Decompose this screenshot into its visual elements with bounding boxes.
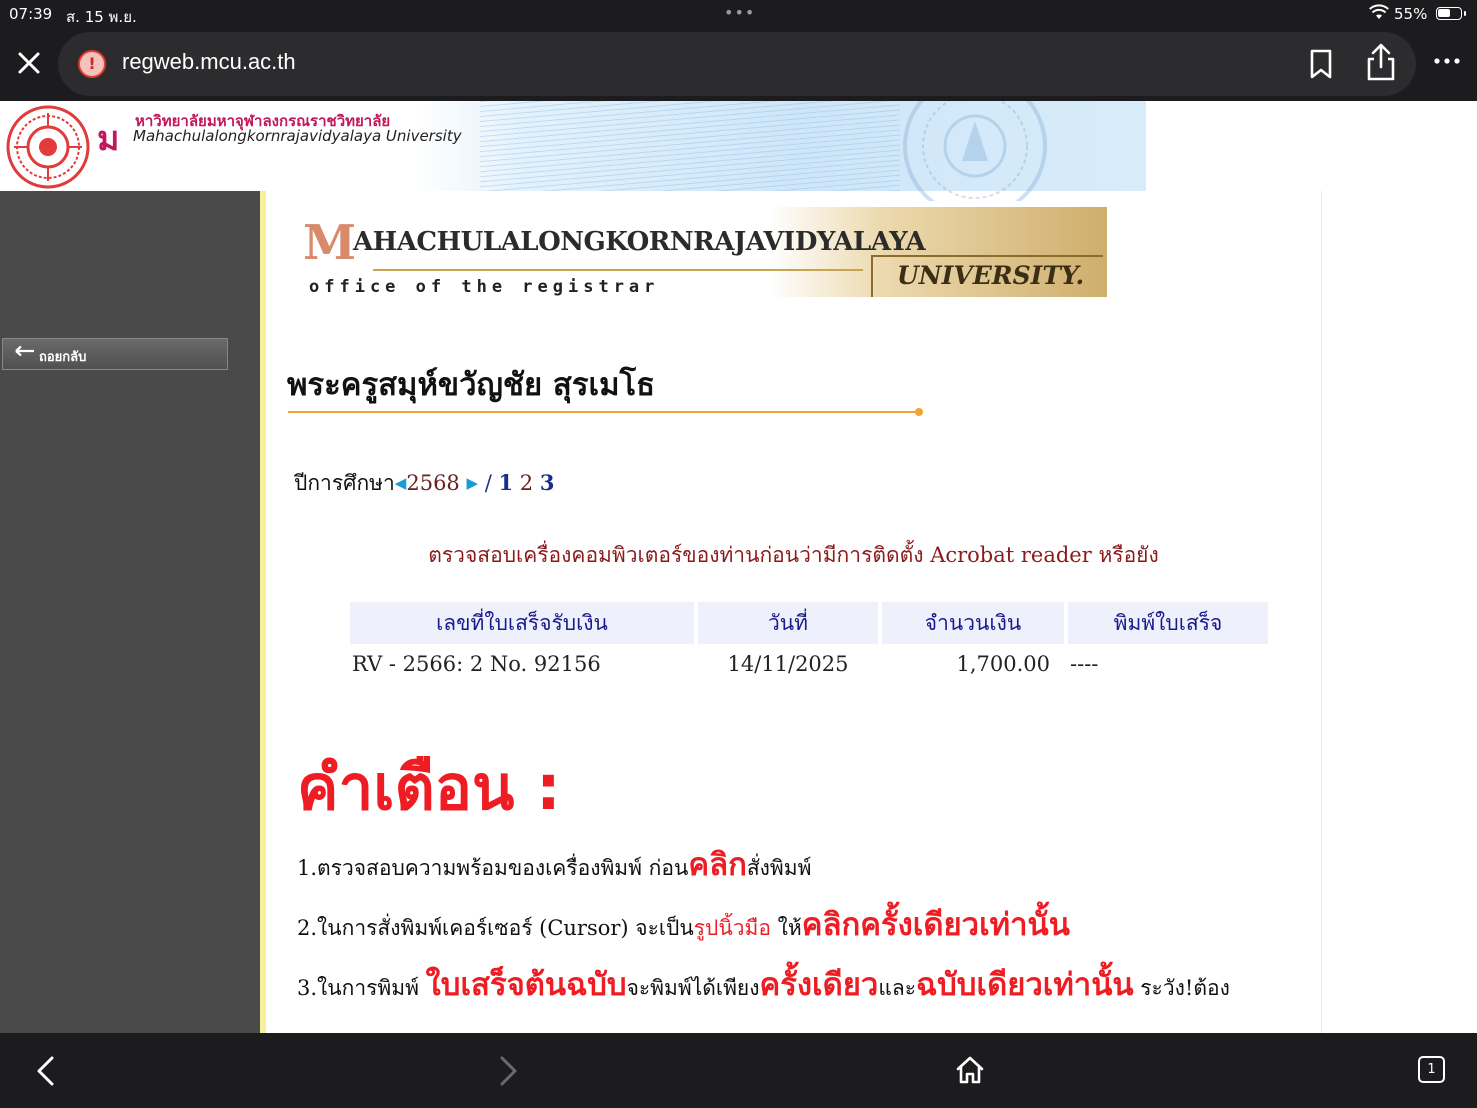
university-logo-mark: ม	[97, 119, 120, 159]
address-bar[interactable]: ! regweb.mcu.ac.th	[58, 32, 1416, 96]
status-bar: 07:39 ส. 15 พ.ย. ••• 55%	[0, 0, 1477, 28]
warning-3-once: ครั้งเดียว	[759, 967, 879, 1003]
warning-1-emphasis: คลิก	[688, 847, 747, 883]
warning-2-hand-cursor: รูปนิ้วมือ	[693, 916, 771, 940]
tabs-button[interactable]: 1	[1418, 1056, 1445, 1083]
next-year-icon[interactable]: ▶	[466, 474, 478, 492]
status-date: ส. 15 พ.ย.	[66, 8, 137, 26]
column-header-date: วันที่	[698, 602, 878, 644]
more-options-button[interactable]	[1434, 50, 1460, 69]
table-row: RV - 2566: 2 No. 92156 14/11/2025 1,700.…	[350, 644, 1268, 684]
warning-item-2: 2.ในการสั่งพิมพ์เคอร์เซอร์ (Cursor) จะเป…	[297, 899, 1230, 959]
university-seal-logo	[6, 105, 90, 189]
warning-3-and: และ	[878, 976, 916, 1000]
watermark-seal-icon	[903, 101, 1047, 201]
bookmark-icon	[1310, 49, 1332, 79]
warning-3-text-mid: จะพิมพ์ได้เพียง	[626, 976, 760, 1000]
warning-2-text-mid: ให้	[770, 916, 802, 940]
registrar-banner-university: UNIVERSITY.	[897, 261, 1085, 290]
home-icon	[956, 1056, 984, 1084]
student-name: พระครูสมุห์ขวัญชัย สุรเมโธ	[287, 367, 656, 403]
acrobat-notice: ตรวจสอบเครื่องคอมพิวเตอร์ของท่านก่อนว่าม…	[428, 543, 1159, 567]
column-header-print: พิมพ์ใบเสร็จ	[1068, 602, 1268, 644]
receipt-amount: 1,700.00	[956, 652, 1050, 676]
name-underline-dot	[915, 408, 923, 416]
receipts-table: เลขที่ใบเสร็จรับเงิน วันที่ จำนวนเงิน พิ…	[346, 602, 1272, 684]
forward-nav-button[interactable]	[496, 1055, 520, 1091]
column-header-amount: จำนวนเงิน	[882, 602, 1064, 644]
url-text[interactable]: regweb.mcu.ac.th	[122, 49, 296, 75]
browser-bottom-toolbar: 1	[0, 1033, 1477, 1108]
warning-1-text: 1.ตรวจสอบความพร้อมของเครื่องพิมพ์ ก่อน	[297, 856, 689, 880]
registrar-banner-title: AHACHULALONGKORNRAJAVIDYALAYA	[353, 227, 926, 257]
back-nav-button[interactable]	[34, 1055, 58, 1091]
semester-link-3[interactable]: 3	[540, 470, 555, 495]
registrar-banner-rule	[373, 269, 863, 271]
close-button[interactable]	[14, 48, 44, 78]
close-icon	[18, 52, 40, 74]
chevron-right-icon	[500, 1056, 517, 1086]
university-header-banner: ม หาวิทยาลัยมหาจุฬาลงกรณราชวิทยาลัย Maha…	[0, 101, 1146, 201]
back-button[interactable]: ถอยกลับ	[2, 338, 228, 370]
warning-3-original-receipt: ใบเสร็จต้นฉบับ	[425, 967, 627, 1003]
home-button[interactable]	[954, 1055, 986, 1089]
name-underline	[288, 411, 918, 413]
university-name-english: Mahachulalongkornrajavidyalaya Universit…	[133, 127, 462, 145]
chevron-left-icon	[37, 1056, 54, 1086]
security-warning-icon[interactable]: !	[78, 50, 106, 78]
receipts-header-row: เลขที่ใบเสร็จรับเงิน วันที่ จำนวนเงิน พิ…	[350, 602, 1268, 644]
registrar-banner-initial: M	[303, 215, 357, 271]
registrar-banner-subtitle: office of the registrar	[309, 277, 660, 297]
main-content: M AHACHULALONGKORNRAJAVIDYALAYA office o…	[266, 191, 1322, 1033]
warning-item-3: 3.ในการพิมพ์ ใบเสร็จต้นฉบับจะพิมพ์ได้เพี…	[297, 959, 1230, 1019]
share-icon	[1367, 43, 1395, 81]
receipt-number: RV - 2566: 2 No. 92156	[352, 652, 601, 676]
year-semester-separator: /	[484, 471, 492, 495]
multitasking-dots-icon[interactable]: •••	[724, 3, 755, 22]
warning-3-text-end: ระวัง!ต้อง	[1133, 976, 1230, 1000]
battery-icon	[1436, 7, 1466, 20]
back-button-label: ถอยกลับ	[39, 350, 87, 365]
warning-2-emphasis: คลิกครั้งเดียวเท่านั้น	[801, 907, 1070, 943]
warning-1-text-end: สั่งพิมพ์	[746, 856, 812, 880]
academic-year-value: 2568	[406, 471, 460, 495]
more-icon	[1434, 58, 1460, 64]
browser-toolbar: ! regweb.mcu.ac.th	[0, 28, 1477, 101]
receipt-date: 14/11/2025	[727, 652, 849, 676]
arrow-left-icon	[15, 345, 35, 361]
academic-year-selector: ปีการศึกษา◀2568 ▶ / 1 2 3	[294, 467, 554, 500]
warning-list: 1.ตรวจสอบความพร้อมของเครื่องพิมพ์ ก่อนคล…	[297, 839, 1230, 1019]
battery-percent: 55%	[1394, 5, 1428, 23]
prev-year-icon[interactable]: ◀	[395, 474, 407, 492]
banner-decoration	[480, 101, 900, 191]
warning-title: คำเตือน :	[297, 751, 561, 824]
left-sidebar: ถอยกลับ	[0, 191, 260, 1033]
warning-3-text: 3.ในการพิมพ์	[297, 976, 426, 1000]
semester-link-1[interactable]: 1	[498, 470, 513, 495]
column-header-receipt-number: เลขที่ใบเสร็จรับเงิน	[350, 602, 694, 644]
wifi-icon	[1369, 4, 1389, 24]
semester-link-2[interactable]: 2	[520, 471, 533, 495]
warning-2-text: 2.ในการสั่งพิมพ์เคอร์เซอร์ (Cursor) จะเป…	[297, 916, 694, 940]
status-time: 07:39	[9, 5, 53, 23]
academic-year-label: ปีการศึกษา	[294, 471, 395, 495]
warning-item-1: 1.ตรวจสอบความพร้อมของเครื่องพิมพ์ ก่อนคล…	[297, 839, 1230, 899]
web-page: ม หาวิทยาลัยมหาจุฬาลงกรณราชวิทยาลัย Maha…	[0, 101, 1477, 1033]
share-button[interactable]	[1364, 42, 1398, 86]
registrar-banner: M AHACHULALONGKORNRAJAVIDYALAYA office o…	[303, 207, 1107, 297]
bookmark-button[interactable]	[1306, 48, 1336, 84]
receipt-print-status: ----	[1070, 652, 1099, 676]
warning-3-single-copy: ฉบับเดียวเท่านั้น	[916, 967, 1134, 1003]
